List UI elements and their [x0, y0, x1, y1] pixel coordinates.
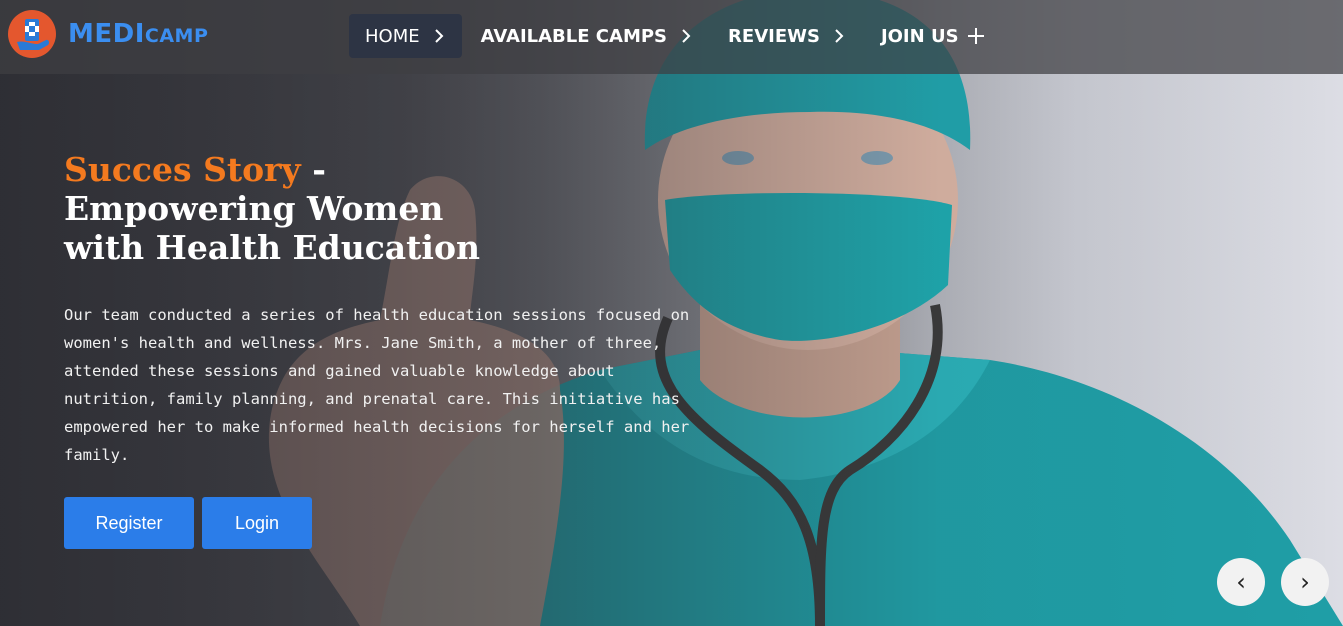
nav-item-label: JOIN US [880, 25, 959, 47]
nav-item-label: HOME [365, 25, 420, 47]
navbar: MEDICAMP HOME AVAILABLE CAMPS REVIEWS JO… [0, 0, 1343, 74]
brand-name-small: CAMP [144, 25, 209, 47]
hero-content: Succes Story - Empowering Women with Hea… [64, 150, 724, 549]
hero-title-line2: with Health Education [64, 228, 480, 267]
chevron-left-icon: ‹ [1236, 568, 1246, 596]
chevron-right-icon: › [1300, 568, 1310, 596]
nav-item-reviews[interactable]: REVIEWS [712, 14, 862, 58]
hero-accent-title: Succes Story [64, 150, 301, 189]
brand-name-main: MEDI [68, 19, 145, 49]
chevron-right-icon [832, 29, 846, 43]
nav-item-label: AVAILABLE CAMPS [480, 25, 668, 47]
hero-title-line1: Empowering Women [64, 189, 444, 228]
nav-item-join-us[interactable]: JOIN US [865, 14, 1001, 58]
nav-item-label: REVIEWS [728, 25, 820, 47]
carousel-prev-button[interactable]: ‹ [1217, 558, 1265, 606]
nav-item-available-camps[interactable]: AVAILABLE CAMPS [465, 14, 709, 58]
main-nav: HOME AVAILABLE CAMPS REVIEWS JOIN US [349, 14, 1004, 58]
nav-item-home[interactable]: HOME [349, 14, 462, 58]
login-button[interactable]: Login [202, 497, 312, 549]
brand-logo-link[interactable]: MEDICAMP [8, 10, 208, 58]
hero-title-separator: - [300, 150, 326, 189]
hero-title: Succes Story - Empowering Women with Hea… [64, 150, 724, 267]
register-button[interactable]: Register [64, 497, 194, 549]
chevron-right-icon [679, 29, 693, 43]
hero-actions: Register Login [64, 497, 724, 549]
carousel-next-button[interactable]: › [1281, 558, 1329, 606]
medical-hand-icon [8, 10, 56, 58]
brand-name: MEDICAMP [68, 19, 208, 49]
plus-icon [967, 27, 985, 45]
chevron-right-icon [432, 29, 446, 43]
hero-description: Our team conducted a series of health ed… [64, 306, 690, 464]
